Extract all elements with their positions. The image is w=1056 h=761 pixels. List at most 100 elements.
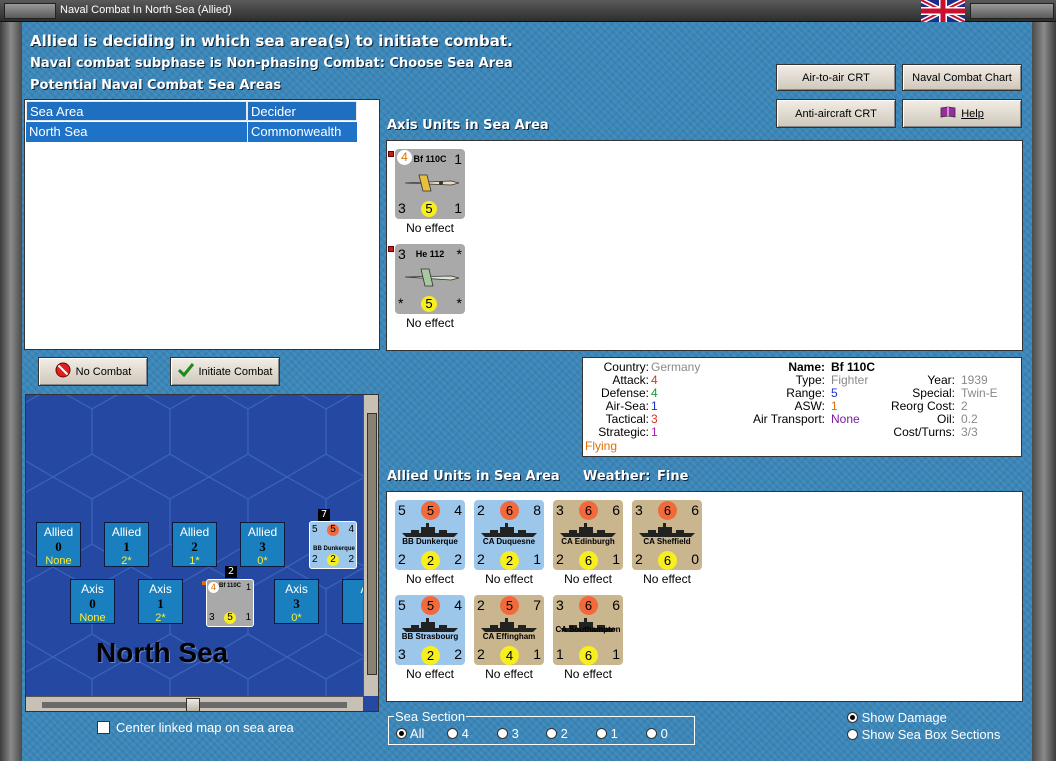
info-label: Strategic: xyxy=(598,425,649,439)
allied-unit-counter[interactable]: 3 6 6 CA Southampton 1 6 1 xyxy=(553,595,623,665)
no-combat-button[interactable]: No Combat xyxy=(38,357,148,386)
right-frame xyxy=(1032,22,1056,761)
allied-unit-counter[interactable]: 5 5 4 BB Strasbourg 3 2 2 xyxy=(395,595,465,665)
counter-name: Bf 110C xyxy=(219,583,242,589)
allied-stack-counter[interactable]: 5 5 4 BB Dunkerque 2 2 2 xyxy=(309,521,357,569)
axis-unit-counter[interactable]: 4 Bf 110C 1 3 5 1 xyxy=(395,149,465,219)
map-vertical-scrollbar[interactable] xyxy=(363,395,378,696)
help-button[interactable]: Help xyxy=(902,99,1022,128)
sea-section-option-4[interactable]: 4 xyxy=(447,726,469,741)
allied-sea-box-3[interactable]: Allied 3 0* xyxy=(240,522,285,567)
stack-count: 7 xyxy=(318,509,330,521)
box-label: Allied xyxy=(247,525,278,539)
counter-value: 3 xyxy=(635,502,643,518)
allied-sea-box-0[interactable]: Allied 0 None xyxy=(36,522,81,567)
allied-units-panel: 5 5 4 BB Dunkerque 2 2 2 No effect 2 6 8 CA Duquesn… xyxy=(386,491,1023,702)
table-row[interactable]: North Sea Commonwealth xyxy=(26,122,357,142)
unit-effect: No effect xyxy=(406,316,454,330)
counter-value: 2 xyxy=(477,551,485,567)
info-reorg: 2 xyxy=(961,399,968,413)
axis-unit-counter[interactable]: 3 He 112 * * 5 * xyxy=(395,244,465,314)
window-control-buttons[interactable] xyxy=(970,3,1054,19)
allied-sea-box-1[interactable]: Allied 1 2* xyxy=(104,522,149,567)
allied-sea-box-2[interactable]: Allied 2 1* xyxy=(172,522,217,567)
anti-aircraft-crt-button[interactable]: Anti-aircraft CRT xyxy=(776,99,896,128)
counter-value: 6 xyxy=(579,646,598,665)
unit-effect: No effect xyxy=(406,221,454,235)
box-label: Allied xyxy=(111,525,142,539)
horizontal-scroll-thumb[interactable] xyxy=(186,698,200,711)
sea-section-option-3[interactable]: 3 xyxy=(497,726,519,741)
info-label: Air Transport: xyxy=(752,412,825,426)
sea-section-option-0[interactable]: 0 xyxy=(646,726,668,741)
allied-unit-counter[interactable]: 2 6 8 CA Duquesne 2 2 1 xyxy=(474,500,544,570)
no-combat-label: No Combat xyxy=(75,365,132,378)
sea-section-option-1[interactable]: 1 xyxy=(596,726,618,741)
col-header-sea-area[interactable]: Sea Area xyxy=(26,101,247,121)
allied-unit-counter[interactable]: 2 5 7 CA Effingham 2 4 1 xyxy=(474,595,544,665)
air-to-air-crt-button[interactable]: Air-to-air CRT xyxy=(776,64,896,91)
counter-value: 5 xyxy=(421,501,440,520)
show-sea-box-sections-option[interactable]: Show Sea Box Sections xyxy=(847,727,1000,742)
radio-button[interactable] xyxy=(497,728,508,739)
counter-value: 1 xyxy=(612,646,620,662)
radio-button[interactable] xyxy=(646,728,657,739)
option-label: All xyxy=(409,726,425,741)
counter-value: 3 xyxy=(556,502,564,518)
axis-sea-box-1[interactable]: Axis 1 2* xyxy=(138,579,183,624)
naval-combat-chart-button[interactable]: Naval Combat Chart xyxy=(902,64,1022,91)
axis-units-title: Axis Units in Sea Area xyxy=(387,118,549,133)
option-label: Show Damage xyxy=(861,710,947,725)
initiate-combat-button[interactable]: Initiate Combat xyxy=(170,357,280,386)
stack-count: 2 xyxy=(225,566,237,578)
axis-stack-counter[interactable]: 4 Bf 110C 1 3 5 1 xyxy=(206,579,254,627)
axis-sea-box-0[interactable]: Axis 0 None xyxy=(70,579,115,624)
counter-value: 2 xyxy=(477,502,485,518)
fighter-plane-icon xyxy=(401,171,461,196)
counter-value: 6 xyxy=(658,501,677,520)
center-map-checkbox[interactable] xyxy=(97,721,110,734)
sea-section-option-2[interactable]: 2 xyxy=(546,726,568,741)
option-label: 2 xyxy=(560,726,568,741)
sea-area-map[interactable]: Allied 0 None Allied 1 2* Allied 2 1* Allied 3 0… xyxy=(25,394,379,712)
allied-unit-counter[interactable]: 3 6 6 CA Sheffield 2 6 0 xyxy=(632,500,702,570)
counter-value: 2 xyxy=(635,551,643,567)
initiate-combat-label: Initiate Combat xyxy=(198,365,273,378)
box-sub: 2* xyxy=(155,612,166,624)
union-jack-flag-icon xyxy=(921,0,965,22)
axis-sea-box-3[interactable]: Axis 3 0* xyxy=(274,579,319,624)
potential-areas-heading: Potential Naval Combat Sea Areas xyxy=(30,78,282,93)
counter-name: CA Edinburgh xyxy=(561,537,615,546)
option-label: 3 xyxy=(511,726,519,741)
box-label: Axis xyxy=(285,582,308,596)
col-header-decider[interactable]: Decider xyxy=(247,101,357,121)
radio-button[interactable] xyxy=(847,712,858,723)
counter-value: 2 xyxy=(421,646,440,665)
radio-button[interactable] xyxy=(396,728,407,739)
counter-value: 6 xyxy=(612,502,620,518)
show-damage-option[interactable]: Show Damage xyxy=(847,710,947,725)
allied-unit-counter[interactable]: 5 5 4 BB Dunkerque 2 2 2 xyxy=(395,500,465,570)
vertical-scroll-thumb[interactable] xyxy=(367,413,377,675)
box-sub: 2* xyxy=(121,555,132,567)
counter-value: 6 xyxy=(579,596,598,615)
counter-value: 1 xyxy=(612,551,620,567)
window-menu-icon[interactable] xyxy=(4,3,56,19)
info-asw: 1 xyxy=(831,399,838,413)
counter-value: * xyxy=(456,246,462,262)
radio-button[interactable] xyxy=(847,729,858,740)
info-flying: Flying xyxy=(585,439,618,453)
allied-unit-counter[interactable]: 3 6 6 CA Edinburgh 2 6 1 xyxy=(553,500,623,570)
counter-value: 1 xyxy=(454,200,462,216)
radio-button[interactable] xyxy=(596,728,607,739)
unit-effect: No effect xyxy=(406,572,454,586)
sea-section-option-all[interactable]: All xyxy=(396,726,424,741)
unit-effect: No effect xyxy=(485,572,533,586)
unit-effect: No effect xyxy=(485,667,533,681)
radio-button[interactable] xyxy=(546,728,557,739)
counter-value: 2 xyxy=(477,597,485,613)
subphase-heading: Naval combat subphase is Non-phasing Com… xyxy=(30,56,513,71)
info-label: ASW: xyxy=(794,399,825,413)
radio-button[interactable] xyxy=(447,728,458,739)
map-horizontal-scrollbar[interactable] xyxy=(26,696,363,711)
